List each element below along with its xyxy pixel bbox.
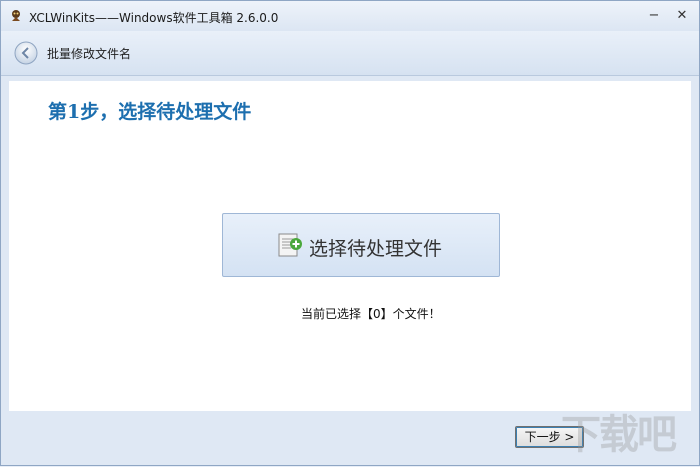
select-files-label: 选择待处理文件 (309, 238, 443, 260)
app-logo-icon (12, 10, 20, 21)
selected-count-status: 当前已选择【0】个文件！ (301, 307, 441, 321)
select-files-button[interactable]: 选择待处理文件 (222, 213, 500, 277)
page-title: 批量修改文件名 (47, 47, 132, 61)
back-arrow-icon[interactable] (14, 41, 38, 65)
nav-bar: 批量修改文件名 (1, 31, 699, 76)
step-heading: 第1步，选择待处理文件 (48, 101, 252, 123)
title-bar[interactable]: XCLWinKits——Windows软件工具箱 2.6.0.0 − ✕ (1, 1, 699, 31)
minimize-button[interactable]: − (645, 7, 663, 25)
window-title: XCLWinKits——Windows软件工具箱 2.6.0.0 (29, 11, 279, 25)
app-window: XCLWinKits——Windows软件工具箱 2.6.0.0 − ✕ 批量修… (0, 0, 700, 466)
watermark-logo: 下载吧 (561, 411, 677, 458)
add-file-icon (278, 233, 302, 257)
content-panel: 第1步，选择待处理文件 选择待处理文件 当前已选择【0】个文件！ (9, 81, 691, 411)
close-button[interactable]: ✕ (673, 7, 691, 25)
